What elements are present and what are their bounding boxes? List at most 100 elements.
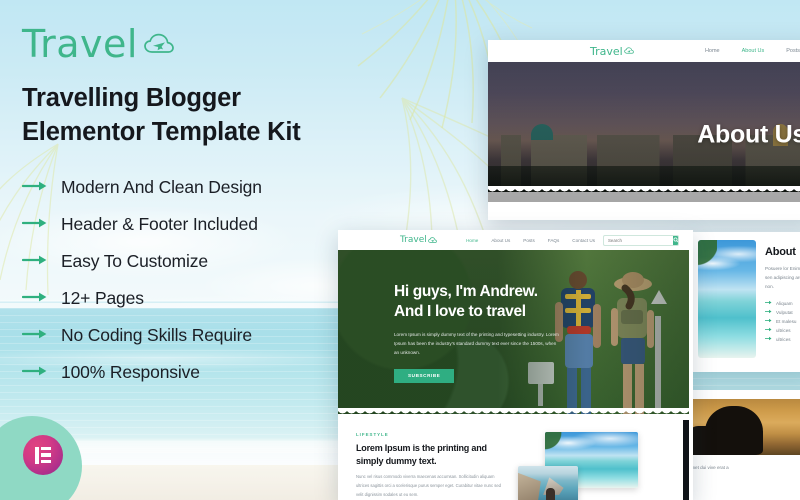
post-gallery [518, 432, 677, 500]
search-button[interactable] [673, 235, 678, 245]
nav-item-posts[interactable]: Posts [786, 48, 800, 54]
search-box[interactable] [603, 234, 679, 246]
feature-label: 100% Responsive [61, 362, 200, 383]
arrow-right-icon [765, 327, 772, 333]
arrow-right-icon [765, 300, 772, 306]
zigzag-divider [338, 408, 693, 414]
mockup-main-hero-title: Hi guys, I'm Andrew. And I love to trave… [394, 282, 559, 322]
mockup-main-logo[interactable]: Travel [400, 235, 437, 245]
treeline-shape [488, 165, 800, 202]
nav-item-about-us[interactable]: About Us [491, 238, 510, 243]
palm-frond-overlay [545, 432, 579, 456]
post-title[interactable]: Lorem Ipsum is the printing and simply d… [356, 442, 508, 467]
arrow-right-icon [21, 253, 48, 271]
mockup-about-hero-image: About Us [488, 62, 800, 202]
feature-label: Header & Footer Included [61, 214, 258, 235]
feature-item: No Coding Skills Require [21, 317, 367, 354]
search-icon [673, 237, 678, 243]
bullet-item: Aliquam [765, 299, 800, 308]
mockup-about-logo-text: Travel [590, 44, 623, 58]
feature-item: 100% Responsive [21, 354, 367, 391]
brand-logo: Travel [22, 22, 367, 66]
nav-item-posts[interactable]: Posts [523, 238, 535, 243]
hero-title-line2: And I love to travel [394, 302, 526, 320]
brand-logo-text: Travel [22, 22, 138, 66]
nav-item-faqs[interactable]: FAQs [548, 238, 560, 243]
mockup-main-logo-text: Travel [400, 235, 427, 245]
page-title-line2: Elementor Template Kit [22, 117, 301, 146]
mockup-right-edge [689, 230, 693, 500]
mockup-main-hero-image: Hi guys, I'm Andrew. And I love to trave… [338, 250, 693, 414]
bullet-label: Vulputat [776, 309, 793, 315]
post-category-badge[interactable]: LIFESTYLE [356, 432, 508, 437]
nav-item-home[interactable]: Home [705, 48, 720, 54]
mockup-home-page: Travel Home About Us Posts FAQs Contact … [338, 230, 693, 500]
dome-shape [530, 124, 553, 141]
bullet-item: Et malesu [765, 317, 800, 326]
feature-label: No Coding Skills Require [61, 325, 252, 346]
post-card: LIFESTYLE Lorem Ipsum is the printing an… [356, 432, 508, 500]
mockup-about-section-heading: About [765, 246, 796, 258]
arrow-right-icon [765, 336, 772, 342]
nav-item-contact-us[interactable]: Contact Us [572, 238, 595, 243]
feature-item: Modern And Clean Design [21, 169, 367, 206]
hero-title-line1: Hi guys, I'm Andrew. [394, 283, 538, 300]
bullet-label: Aliquam [776, 300, 793, 306]
post-excerpt: Nunc vel risus commodo viverra maecenas … [356, 474, 502, 497]
feature-label: Easy To Customize [61, 251, 208, 272]
mockup-about-logo[interactable]: Travel [590, 45, 634, 58]
elementor-logo-icon [23, 435, 63, 475]
bullet-item: Vulputat [765, 308, 800, 317]
bullet-label: Et malesu [776, 318, 797, 324]
bullet-label: ultrices [776, 336, 791, 342]
mockup-main-post-section: LIFESTYLE Lorem Ipsum is the printing an… [338, 420, 693, 500]
nav-item-about-us[interactable]: About Us [742, 48, 765, 54]
elementor-glyph [35, 446, 51, 464]
mockup-about-nav-links: Home About Us Posts [705, 48, 800, 54]
feature-item: Header & Footer Included [21, 206, 367, 243]
mockup-sunset-paragraph: Sit amet dui vive erat a [682, 465, 729, 470]
bullet-item: ultrices [765, 326, 800, 335]
mockup-about-us-page: Travel Home About Us Posts About Us [488, 40, 800, 220]
zigzag-divider [488, 186, 800, 193]
arrow-right-icon [765, 318, 772, 324]
feature-list: Modern And Clean Design Header & Footer … [21, 169, 367, 391]
mockup-main-hero-paragraph: Lorem Ipsum is simply dummy text of the … [394, 331, 559, 356]
feature-label: 12+ Pages [61, 288, 144, 309]
cloud-airplane-icon [143, 33, 175, 62]
mockup-about-hero-title: About Us [697, 120, 800, 149]
arrow-right-icon [21, 290, 48, 308]
mockup-main-navbar: Travel Home About Us Posts FAQs Contact … [338, 230, 693, 250]
mockup-sunset-image [682, 399, 800, 455]
mockup-about-section-bullet-list: Aliquam Vulputat Et malesu ultrices ultr… [765, 299, 800, 344]
mockup-about-white-strip [488, 192, 800, 202]
cloud-airplane-icon [427, 236, 437, 243]
gallery-image-cove[interactable] [518, 466, 578, 500]
bullet-label: ultrices [776, 327, 791, 333]
mockup-about-navbar: Travel Home About Us Posts [488, 40, 800, 62]
feature-item: Easy To Customize [21, 243, 367, 280]
arrow-right-icon [765, 309, 772, 315]
bullet-item: ultrices [765, 335, 800, 344]
arrow-right-icon [21, 179, 48, 197]
nav-item-home[interactable]: Home [466, 238, 478, 243]
cloud-airplane-icon [623, 47, 634, 54]
feature-item: 12+ Pages [21, 280, 367, 317]
feature-label: Modern And Clean Design [61, 177, 262, 198]
arrow-right-icon [21, 364, 48, 382]
mockup-about-section: About Posuere lor Enim ut sen adipiscing… [690, 232, 800, 372]
mockup-main-hero-copy: Hi guys, I'm Andrew. And I love to trave… [394, 282, 559, 383]
search-input[interactable] [604, 235, 673, 245]
page-title: Travelling Blogger Elementor Template Ki… [22, 82, 367, 149]
arrow-right-icon [21, 216, 48, 234]
page-title-line1: Travelling Blogger [22, 84, 241, 112]
mockup-about-section-image [698, 240, 756, 358]
person-silhouette [545, 487, 555, 500]
promo-panel: Travel Travelling Blogger Elementor Temp… [21, 22, 367, 391]
mockup-main-nav-links: Home About Us Posts FAQs Contact Us [466, 238, 595, 243]
rock-shape-left [518, 472, 541, 500]
subscribe-button[interactable]: SUBSCRIBE [394, 368, 455, 383]
mockup-about-section-paragraph: Posuere lor Enim ut sen adipiscing arcu … [765, 266, 800, 289]
arrow-right-icon [21, 327, 48, 345]
palm-frond-overlay [698, 240, 718, 293]
